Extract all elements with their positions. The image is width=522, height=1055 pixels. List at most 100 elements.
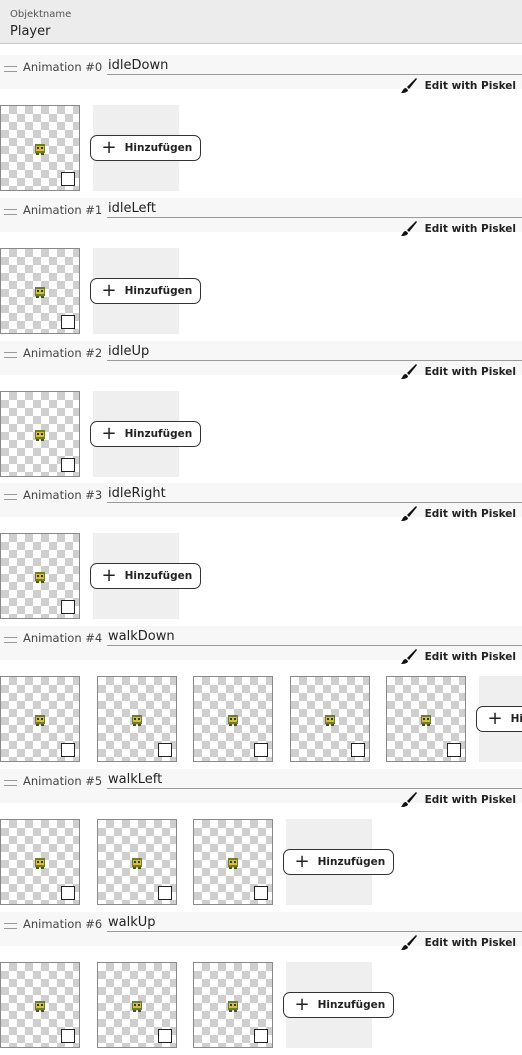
edit-with-piskel-button[interactable]: Edit with Piskel	[400, 935, 516, 951]
frame-select-checkbox[interactable]	[254, 886, 268, 900]
add-frame-button[interactable]: +Hinzufügen	[90, 278, 202, 304]
frame-select-checkbox[interactable]	[61, 886, 75, 900]
frame-strip: +Hinzufügen	[0, 962, 522, 1050]
add-frame-button[interactable]: +Hinzufügen	[90, 563, 202, 589]
frame-strip: +Hinzufügen	[0, 676, 522, 764]
drag-handle-icon[interactable]	[4, 494, 17, 500]
add-frame-button[interactable]: +Hinzufügen	[476, 706, 522, 732]
brush-icon	[400, 78, 418, 94]
drag-handle-icon[interactable]	[4, 352, 17, 358]
add-frame-button[interactable]: +Hinzufügen	[90, 135, 202, 161]
frame-select-checkbox[interactable]	[158, 743, 172, 757]
animation-label: Animation #4	[23, 631, 102, 645]
frame-select-checkbox[interactable]	[254, 743, 268, 757]
frame-thumbnail[interactable]	[193, 962, 273, 1048]
animation-label: Animation #0	[23, 60, 102, 74]
animation-name-input[interactable]: walkDown	[107, 628, 522, 646]
frame-thumbnail[interactable]	[97, 819, 177, 905]
edit-with-piskel-button[interactable]: Edit with Piskel	[400, 221, 516, 237]
edit-with-piskel-button[interactable]: Edit with Piskel	[400, 78, 516, 94]
add-frame-button[interactable]: +Hinzufügen	[283, 992, 395, 1018]
frame-thumbnail[interactable]	[0, 676, 80, 762]
frame-select-checkbox[interactable]	[158, 886, 172, 900]
sprite-thumbnail-icon	[33, 571, 47, 583]
animation-section: Animation #4 walkDown Edit with Piskel +Hin…	[0, 626, 522, 769]
frame-thumbnail[interactable]	[0, 105, 80, 191]
sprite-thumbnail-icon	[130, 857, 144, 869]
sprite-thumbnail-icon	[226, 714, 240, 726]
frame-select-checkbox[interactable]	[61, 172, 75, 186]
animation-name-input[interactable]: idleRight	[107, 485, 522, 503]
frame-select-checkbox[interactable]	[61, 458, 75, 472]
sprite-thumbnail-icon	[33, 714, 47, 726]
animation-header: Animation #3idleRightEdit with Piskel	[0, 483, 522, 517]
frame-thumbnail[interactable]	[386, 676, 466, 762]
animation-name-input[interactable]: walkLeft	[107, 771, 522, 789]
frame-thumbnail[interactable]	[0, 533, 80, 619]
add-frame-area: +Hinzufügen	[93, 391, 179, 477]
sprite-thumbnail-icon	[33, 143, 47, 155]
brush-icon	[400, 221, 418, 237]
edit-with-piskel-button[interactable]: Edit with Piskel	[400, 506, 516, 522]
frame-thumbnail[interactable]	[193, 819, 273, 905]
drag-handle-icon[interactable]	[4, 209, 17, 215]
drag-handle-icon[interactable]	[4, 923, 17, 929]
add-frame-area: +Hinzufügen	[93, 105, 179, 191]
frame-thumbnail[interactable]	[0, 819, 80, 905]
frame-select-checkbox[interactable]	[61, 600, 75, 614]
edit-with-piskel-button[interactable]: Edit with Piskel	[400, 792, 516, 808]
frame-select-checkbox[interactable]	[254, 1029, 268, 1043]
frame-select-checkbox[interactable]	[447, 743, 461, 757]
animation-section: Animation #6walkUpEdit with Piskel+Hinzu…	[0, 912, 522, 1055]
sprite-thumbnail-icon	[33, 1000, 47, 1012]
animation-name-input[interactable]: idleUp	[107, 343, 522, 361]
frame-thumbnail[interactable]	[97, 676, 177, 762]
animation-section: Animation #3idleRightEdit with Piskel +Hi…	[0, 483, 522, 626]
frame-select-checkbox[interactable]	[61, 743, 75, 757]
drag-handle-icon[interactable]	[4, 66, 17, 72]
frame-select-checkbox[interactable]	[158, 1029, 172, 1043]
frame-thumbnail[interactable]	[290, 676, 370, 762]
edit-with-piskel-label: Edit with Piskel	[425, 937, 516, 949]
frame-strip: + Hinzufügen	[0, 391, 522, 479]
add-frame-label: Hinzufügen	[125, 428, 193, 440]
object-name-field[interactable]: Objektname Player	[0, 0, 522, 44]
frame-thumbnail[interactable]	[193, 676, 273, 762]
drag-handle-icon[interactable]	[4, 637, 17, 643]
object-name-input[interactable]: Player	[10, 24, 50, 39]
frame-thumbnail[interactable]	[0, 962, 80, 1048]
edit-with-piskel-button[interactable]: Edit with Piskel	[400, 364, 516, 380]
add-frame-button[interactable]: + Hinzufügen	[90, 421, 202, 447]
animation-label: Animation #5	[23, 774, 102, 788]
plus-icon: +	[295, 853, 310, 871]
animation-label: Animation #2	[23, 346, 102, 360]
sprite-thumbnail-icon	[226, 857, 240, 869]
animation-name-input[interactable]: walkUp	[107, 914, 522, 932]
add-frame-button[interactable]: + Hinzufügen	[283, 849, 395, 875]
edit-with-piskel-label: Edit with Piskel	[425, 366, 516, 378]
animation-name-input[interactable]: idleLeft	[107, 200, 522, 218]
add-frame-label: Hinzufügen	[125, 570, 193, 582]
add-frame-area: +Hinzufügen	[286, 819, 372, 905]
frame-strip: +Hinzufügen	[0, 533, 522, 621]
animation-name-input[interactable]: idleDown	[107, 57, 522, 75]
frame-select-checkbox[interactable]	[61, 1029, 75, 1043]
frame-thumbnail[interactable]	[0, 391, 80, 477]
frame-thumbnail[interactable]	[0, 248, 80, 334]
frame-strip: +Hinzufügen	[0, 248, 522, 336]
add-frame-label: Hinzufügen	[318, 856, 386, 868]
frame-select-checkbox[interactable]	[351, 743, 365, 757]
add-frame-area: +Hinzufügen	[286, 962, 372, 1048]
edit-with-piskel-button[interactable]: Edit with Piskel	[400, 649, 516, 665]
add-frame-area: +Hinzufügen	[93, 248, 179, 334]
animation-section: Animation #1idleLeftEdit with Piskel+Hin…	[0, 198, 522, 341]
frame-select-checkbox[interactable]	[61, 315, 75, 329]
object-name-label: Objektname	[10, 9, 71, 20]
frame-thumbnail[interactable]	[97, 962, 177, 1048]
add-frame-label: Hinzufügen	[318, 999, 386, 1011]
brush-icon	[400, 792, 418, 808]
drag-handle-icon[interactable]	[4, 780, 17, 786]
add-frame-area: +Hinzufügen	[93, 533, 179, 619]
sprite-thumbnail-icon	[130, 1000, 144, 1012]
plus-icon: +	[102, 425, 117, 443]
